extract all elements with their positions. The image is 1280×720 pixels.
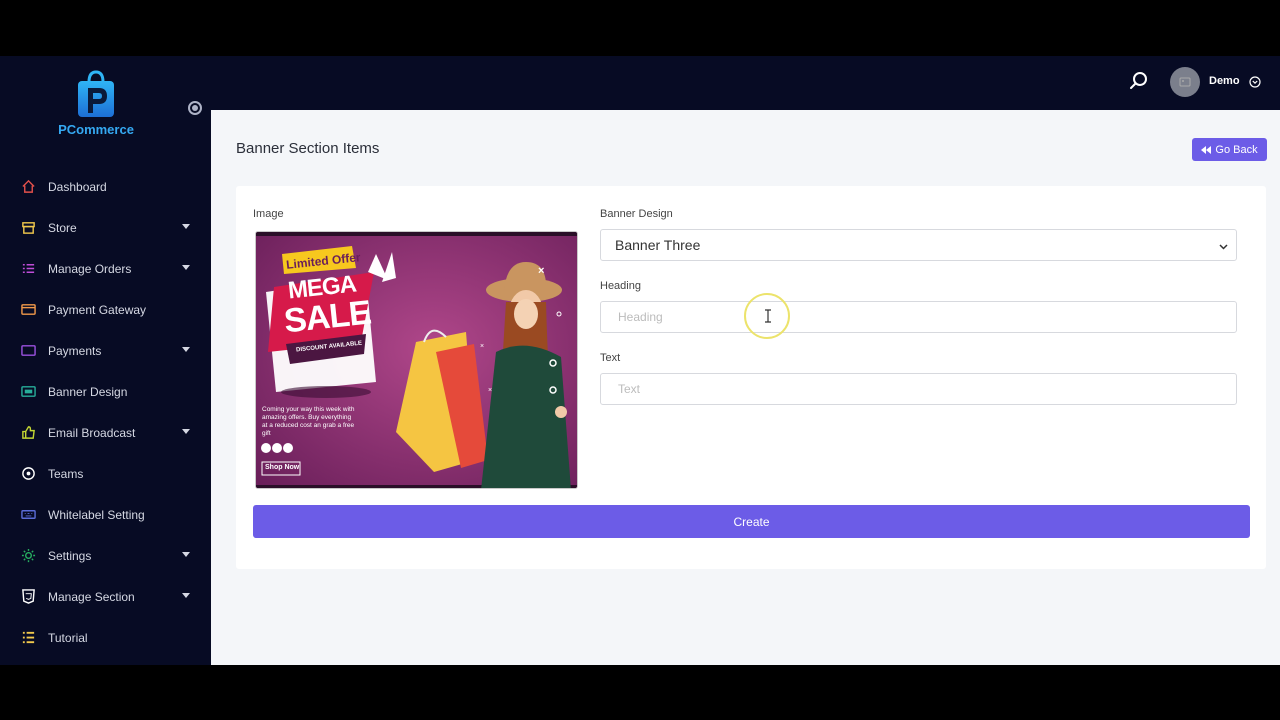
letterbox-top bbox=[0, 0, 1280, 56]
banner-design-label: Banner Design bbox=[600, 208, 673, 220]
caret-down-icon bbox=[182, 347, 190, 352]
html5-icon bbox=[20, 589, 36, 605]
text-label: Text bbox=[600, 352, 621, 364]
chevron-down-icon[interactable] bbox=[1249, 75, 1261, 88]
sidebar-item-label: Dashboard bbox=[48, 179, 107, 194]
banner-icon bbox=[20, 384, 36, 400]
sidebar-item-manage-orders[interactable]: Manage Orders bbox=[0, 248, 211, 289]
card-icon bbox=[20, 302, 36, 318]
sidebar-item-label: Manage Orders bbox=[48, 261, 132, 276]
banner-design-value: Banner Three bbox=[615, 237, 701, 253]
svg-text:×: × bbox=[538, 265, 544, 277]
sidebar-item-manage-section[interactable]: Manage Section bbox=[0, 576, 211, 617]
sidebar-item-settings[interactable]: Settings bbox=[0, 535, 211, 576]
banner-body-text: Coming your way this week with amazing o… bbox=[262, 406, 355, 437]
chevron-down-icon bbox=[1219, 244, 1228, 250]
search-icon[interactable] bbox=[1128, 70, 1150, 92]
keyboard-icon bbox=[20, 507, 36, 523]
sidebar-item-label: Whitelabel Setting bbox=[48, 507, 145, 522]
sidebar-item-label: Payments bbox=[48, 343, 102, 358]
heading-input[interactable]: Heading bbox=[600, 301, 1237, 333]
svg-text:×: × bbox=[480, 343, 484, 350]
shopping-bag-logo-icon bbox=[73, 68, 119, 120]
gear-icon bbox=[20, 548, 36, 564]
sidebar-item-payments[interactable]: Payments bbox=[0, 330, 211, 371]
letterbox-bottom bbox=[0, 665, 1280, 720]
list-icon bbox=[20, 261, 36, 277]
caret-down-icon bbox=[182, 552, 190, 557]
banner-artwork: × × × bbox=[256, 232, 577, 488]
image-label: Image bbox=[253, 208, 284, 220]
sidebar-item-label: Email Broadcast bbox=[48, 425, 136, 440]
app-window: PCommerce Dashboard Store Manage Orders Pay… bbox=[0, 56, 1280, 665]
sidebar-collapse-toggle[interactable] bbox=[188, 101, 202, 115]
sidebar-nav: Dashboard Store Manage Orders Payment Gatew… bbox=[0, 166, 211, 658]
sidebar-item-label: Teams bbox=[48, 466, 84, 481]
sidebar-item-label: Store bbox=[48, 220, 77, 235]
topbar: Demo bbox=[211, 56, 1280, 110]
thumbs-up-icon bbox=[20, 425, 36, 441]
sidebar-item-banner-design[interactable]: Banner Design bbox=[0, 371, 211, 412]
wallet-icon bbox=[20, 343, 36, 359]
sidebar-item-payment-gateway[interactable]: Payment Gateway bbox=[0, 289, 211, 330]
text-cursor-icon bbox=[765, 309, 771, 323]
create-button[interactable]: Create bbox=[253, 505, 1250, 538]
sidebar-item-label: Banner Design bbox=[48, 384, 128, 399]
sidebar-item-whitelabel-setting[interactable]: Whitelabel Setting bbox=[0, 494, 211, 535]
logo[interactable]: PCommerce bbox=[50, 68, 142, 137]
rewind-icon bbox=[1201, 145, 1212, 154]
sidebar: PCommerce Dashboard Store Manage Orders Pay… bbox=[0, 56, 211, 665]
banner-design-select[interactable]: Banner Three bbox=[600, 229, 1237, 261]
home-icon bbox=[20, 179, 36, 195]
sidebar-item-teams[interactable]: Teams bbox=[0, 453, 211, 494]
go-back-label: Go Back bbox=[1215, 143, 1258, 156]
heading-label: Heading bbox=[600, 280, 641, 292]
sidebar-item-email-broadcast[interactable]: Email Broadcast bbox=[0, 412, 211, 453]
avatar[interactable] bbox=[1170, 67, 1200, 97]
caret-down-icon bbox=[182, 265, 190, 270]
avatar-placeholder-icon bbox=[1179, 77, 1191, 87]
text-input[interactable]: Text bbox=[600, 373, 1237, 405]
brand-name: PCommerce bbox=[58, 122, 134, 137]
heading-placeholder: Heading bbox=[618, 310, 663, 324]
caret-down-icon bbox=[182, 224, 190, 229]
sidebar-item-label: Manage Section bbox=[48, 589, 135, 604]
circle-dot-icon bbox=[20, 466, 36, 482]
svg-text:×: × bbox=[488, 387, 492, 394]
sidebar-item-store[interactable]: Store bbox=[0, 207, 211, 248]
sidebar-item-label: Settings bbox=[48, 548, 92, 563]
user-name[interactable]: Demo bbox=[1209, 75, 1240, 87]
sidebar-item-label: Payment Gateway bbox=[48, 302, 147, 317]
text-placeholder: Text bbox=[618, 382, 641, 396]
caret-down-icon bbox=[182, 593, 190, 598]
sidebar-item-dashboard[interactable]: Dashboard bbox=[0, 166, 211, 207]
caret-down-icon bbox=[182, 429, 190, 434]
banner-image-preview[interactable]: × × × Limited Offer MEGA SALE DISCOUNT A… bbox=[255, 231, 578, 489]
go-back-button[interactable]: Go Back bbox=[1192, 138, 1267, 161]
store-icon bbox=[20, 220, 36, 236]
banner-cta-text: Shop Now bbox=[265, 464, 300, 471]
sidebar-item-tutorial[interactable]: Tutorial bbox=[0, 617, 211, 658]
checklist-icon bbox=[20, 630, 36, 646]
sidebar-item-label: Tutorial bbox=[48, 630, 88, 645]
page-title: Banner Section Items bbox=[236, 140, 380, 157]
